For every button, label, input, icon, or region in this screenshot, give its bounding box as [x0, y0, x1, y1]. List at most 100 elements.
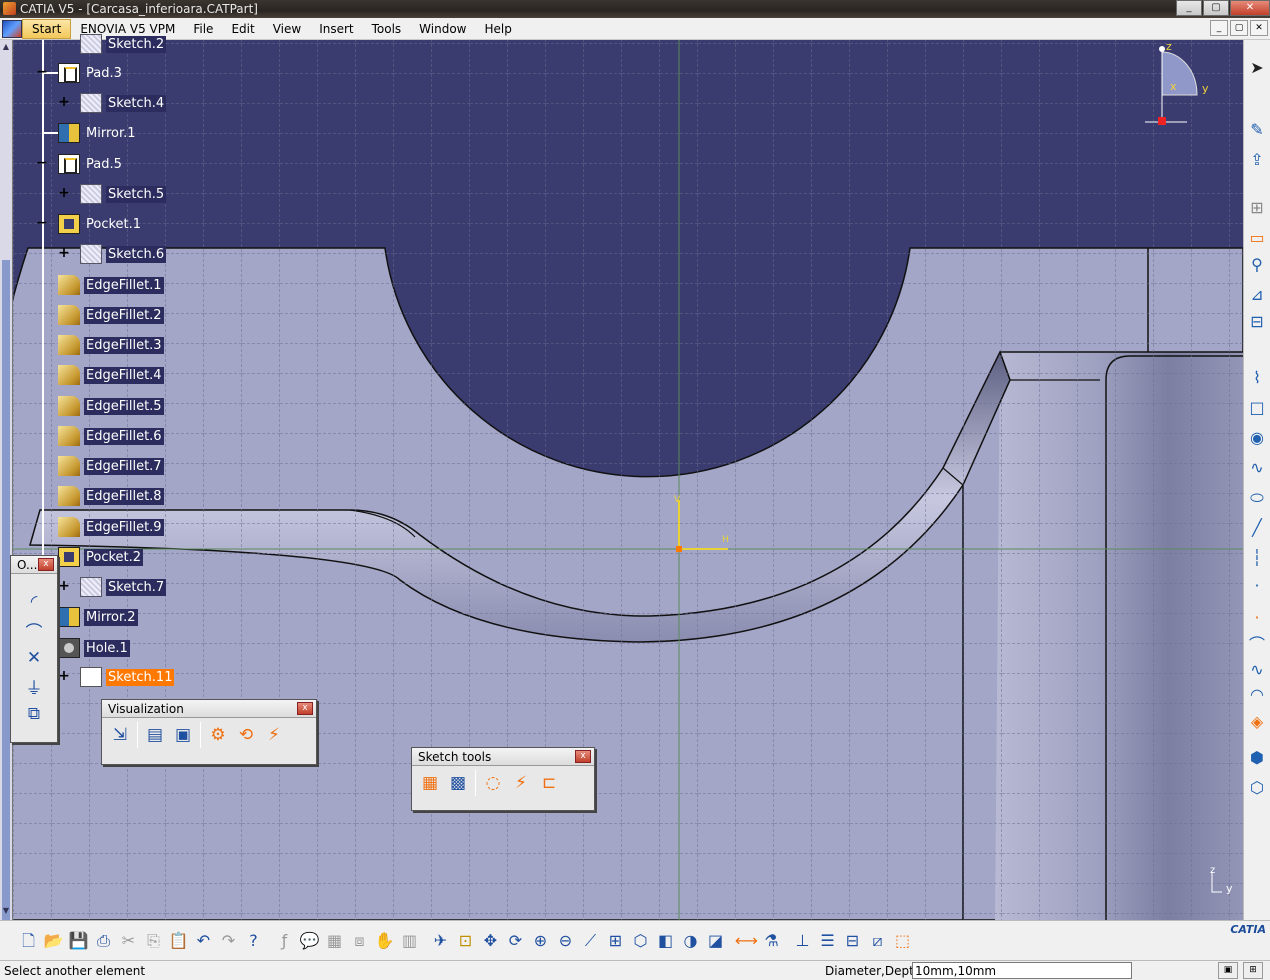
tree-node-edgefillet-2[interactable]: EdgeFillet.2	[58, 305, 164, 325]
tree-node-label[interactable]: Sketch.7	[106, 578, 167, 596]
fix-together-icon[interactable]: ⊟	[1247, 312, 1267, 332]
tree-node-label[interactable]: Sketch.2	[106, 35, 167, 53]
wireframe-icon[interactable]: ⧄	[865, 928, 890, 954]
expand-icon[interactable]: +	[58, 579, 70, 593]
fly-mode-icon[interactable]: ✈	[428, 928, 453, 954]
doc-restore-button[interactable]: ▢	[1230, 20, 1248, 36]
print-icon[interactable]: ⎙	[91, 928, 116, 954]
geometrical-constraints-icon[interactable]: ⟲	[232, 721, 260, 749]
tree-node-pocket-1[interactable]: − Pocket.1	[36, 214, 143, 234]
toolbar-close-button[interactable]: x	[38, 558, 54, 571]
hide-show-icon[interactable]: ◑	[678, 928, 703, 954]
trim-icon[interactable]: ✕	[20, 644, 48, 672]
snap-to-point-icon[interactable]: ▩	[444, 769, 472, 797]
dimensional-constraints-icon[interactable]: ⚙	[204, 721, 232, 749]
doc-close-button[interactable]: ✕	[1250, 20, 1268, 36]
pan-icon[interactable]: ✥	[478, 928, 503, 954]
geometrical-constraint-toggle-icon[interactable]: ⚡	[507, 769, 535, 797]
whats-this-icon[interactable]: ?	[241, 928, 266, 954]
fit-all-icon[interactable]: ⊡	[453, 928, 478, 954]
iso-view-icon[interactable]: ⬡	[628, 928, 653, 954]
construction-element-icon[interactable]: ◌	[479, 769, 507, 797]
normal-view-icon[interactable]: ⟋	[578, 928, 603, 954]
law-icon[interactable]: ✋	[372, 928, 397, 954]
circle-icon[interactable]: ◉	[1247, 428, 1267, 448]
tree-node-label[interactable]: Pocket.2	[84, 548, 144, 566]
menu-help[interactable]: Help	[476, 22, 521, 36]
shading-icon[interactable]: ◧	[653, 928, 678, 954]
toolbar-title[interactable]: Visualization x	[102, 700, 316, 718]
status-toggle-button[interactable]: ▣	[1218, 962, 1238, 979]
mirror-sketch-icon[interactable]: ⏚	[20, 672, 48, 700]
collapse-icon[interactable]: −	[36, 65, 48, 79]
rectangle-icon[interactable]: ▭	[1247, 228, 1267, 248]
tree-node-label[interactable]: EdgeFillet.3	[84, 336, 164, 354]
project-3d-elements-icon[interactable]: ⧉	[20, 700, 48, 728]
scroll-down-arrow-icon[interactable]: ▼	[1, 906, 11, 916]
tree-node-sketch-11[interactable]: + Sketch.11	[58, 667, 175, 687]
tree-node-sketch-5[interactable]: + Sketch.5	[58, 184, 167, 204]
toolbar-title[interactable]: O... x	[11, 556, 57, 574]
toolbar-title[interactable]: Sketch tools x	[412, 748, 594, 766]
table-icon[interactable]: ▦	[322, 928, 347, 954]
ellipse-icon[interactable]: ⬭	[1247, 488, 1267, 508]
expand-icon[interactable]: +	[58, 95, 70, 109]
construction-icon[interactable]: ·	[1247, 608, 1267, 628]
sketch-icon-tool[interactable]: ✎	[1247, 120, 1267, 140]
menu-file[interactable]: File	[184, 22, 222, 36]
tree-node-pad-3[interactable]: − Pad.3	[36, 63, 124, 83]
tree-node-label[interactable]: EdgeFillet.4	[84, 366, 164, 384]
workbench-tools-icon[interactable]: ☰	[815, 928, 840, 954]
chamfer-icon[interactable]: ⌒	[20, 616, 48, 644]
tree-node-label[interactable]: Mirror.1	[84, 125, 138, 142]
diagnostics-icon[interactable]: ▣	[169, 721, 197, 749]
corner-tool-icon[interactable]: ⌒	[1247, 635, 1267, 655]
tree-node-label[interactable]: Sketch.4	[106, 94, 167, 112]
tree-node-sketch-2[interactable]: Sketch.2	[80, 34, 167, 54]
tree-node-label[interactable]: Pad.3	[84, 65, 124, 82]
constraint-defined-icon[interactable]: ⊿	[1247, 285, 1267, 305]
catalog-icon[interactable]: ▥	[397, 928, 422, 954]
design-table-icon[interactable]: ⧈	[347, 928, 372, 954]
tree-node-mirror-2[interactable]: Mirror.2	[58, 607, 138, 627]
expand-icon[interactable]: +	[58, 186, 70, 200]
axis-icon[interactable]: ┆	[1247, 548, 1267, 568]
tree-node-mirror-1[interactable]: Mirror.1	[44, 123, 138, 143]
grid-icon[interactable]: ▦	[416, 769, 444, 797]
paste-icon[interactable]: 📋	[166, 928, 191, 954]
tree-node-edgefillet-4[interactable]: EdgeFillet.4	[58, 365, 164, 385]
zoom-in-icon[interactable]: ⊕	[528, 928, 553, 954]
collapse-icon[interactable]: −	[36, 216, 48, 230]
open-file-icon[interactable]: 📂	[41, 928, 66, 954]
tree-expand-icon[interactable]: ⊟	[840, 928, 865, 954]
toolbar-close-button[interactable]: x	[575, 750, 591, 763]
spline-icon[interactable]: ∿	[1247, 458, 1267, 478]
exit-workbench-icon[interactable]: ⇪	[1247, 150, 1267, 170]
redo-icon[interactable]: ↷	[216, 928, 241, 954]
auto-constraint-icon[interactable]: ⚡	[260, 721, 288, 749]
cut-part-by-sketch-plane-icon[interactable]: ⇲	[106, 721, 134, 749]
menu-window[interactable]: Window	[410, 22, 475, 36]
collapse-icon[interactable]: −	[36, 156, 48, 170]
tree-node-edgefillet-1[interactable]: EdgeFillet.1	[58, 275, 164, 295]
inertia-icon[interactable]: ⬡	[1247, 778, 1267, 798]
multi-view-icon[interactable]: ⊞	[603, 928, 628, 954]
tree-node-label[interactable]: EdgeFillet.6	[84, 427, 164, 445]
tree-node-sketch-4[interactable]: + Sketch.4	[58, 93, 167, 113]
tree-node-label[interactable]: Sketch.5	[106, 185, 167, 203]
constraint-icon[interactable]: ⚲	[1247, 255, 1267, 275]
menu-edit[interactable]: Edit	[222, 22, 263, 36]
select-arrow-icon[interactable]: ➤	[1247, 58, 1267, 78]
maximize-button[interactable]: ▢	[1203, 0, 1229, 16]
tree-node-label[interactable]: EdgeFillet.7	[84, 457, 164, 475]
tree-node-pocket-2[interactable]: Pocket.2	[58, 547, 144, 567]
expand-icon[interactable]: +	[58, 246, 70, 260]
knowledge-icon[interactable]: 💬	[297, 928, 322, 954]
tree-node-label[interactable]: EdgeFillet.5	[84, 397, 164, 415]
render-icon[interactable]: ⬚	[890, 928, 915, 954]
point-icon[interactable]: ·	[1247, 576, 1267, 596]
rect-tool-icon[interactable]: □	[1247, 398, 1267, 418]
corner-icon[interactable]: ◜	[20, 588, 48, 616]
profile-tool-icon[interactable]: ⌇	[1247, 368, 1267, 388]
axis-system-icon[interactable]: ⊥	[790, 928, 815, 954]
